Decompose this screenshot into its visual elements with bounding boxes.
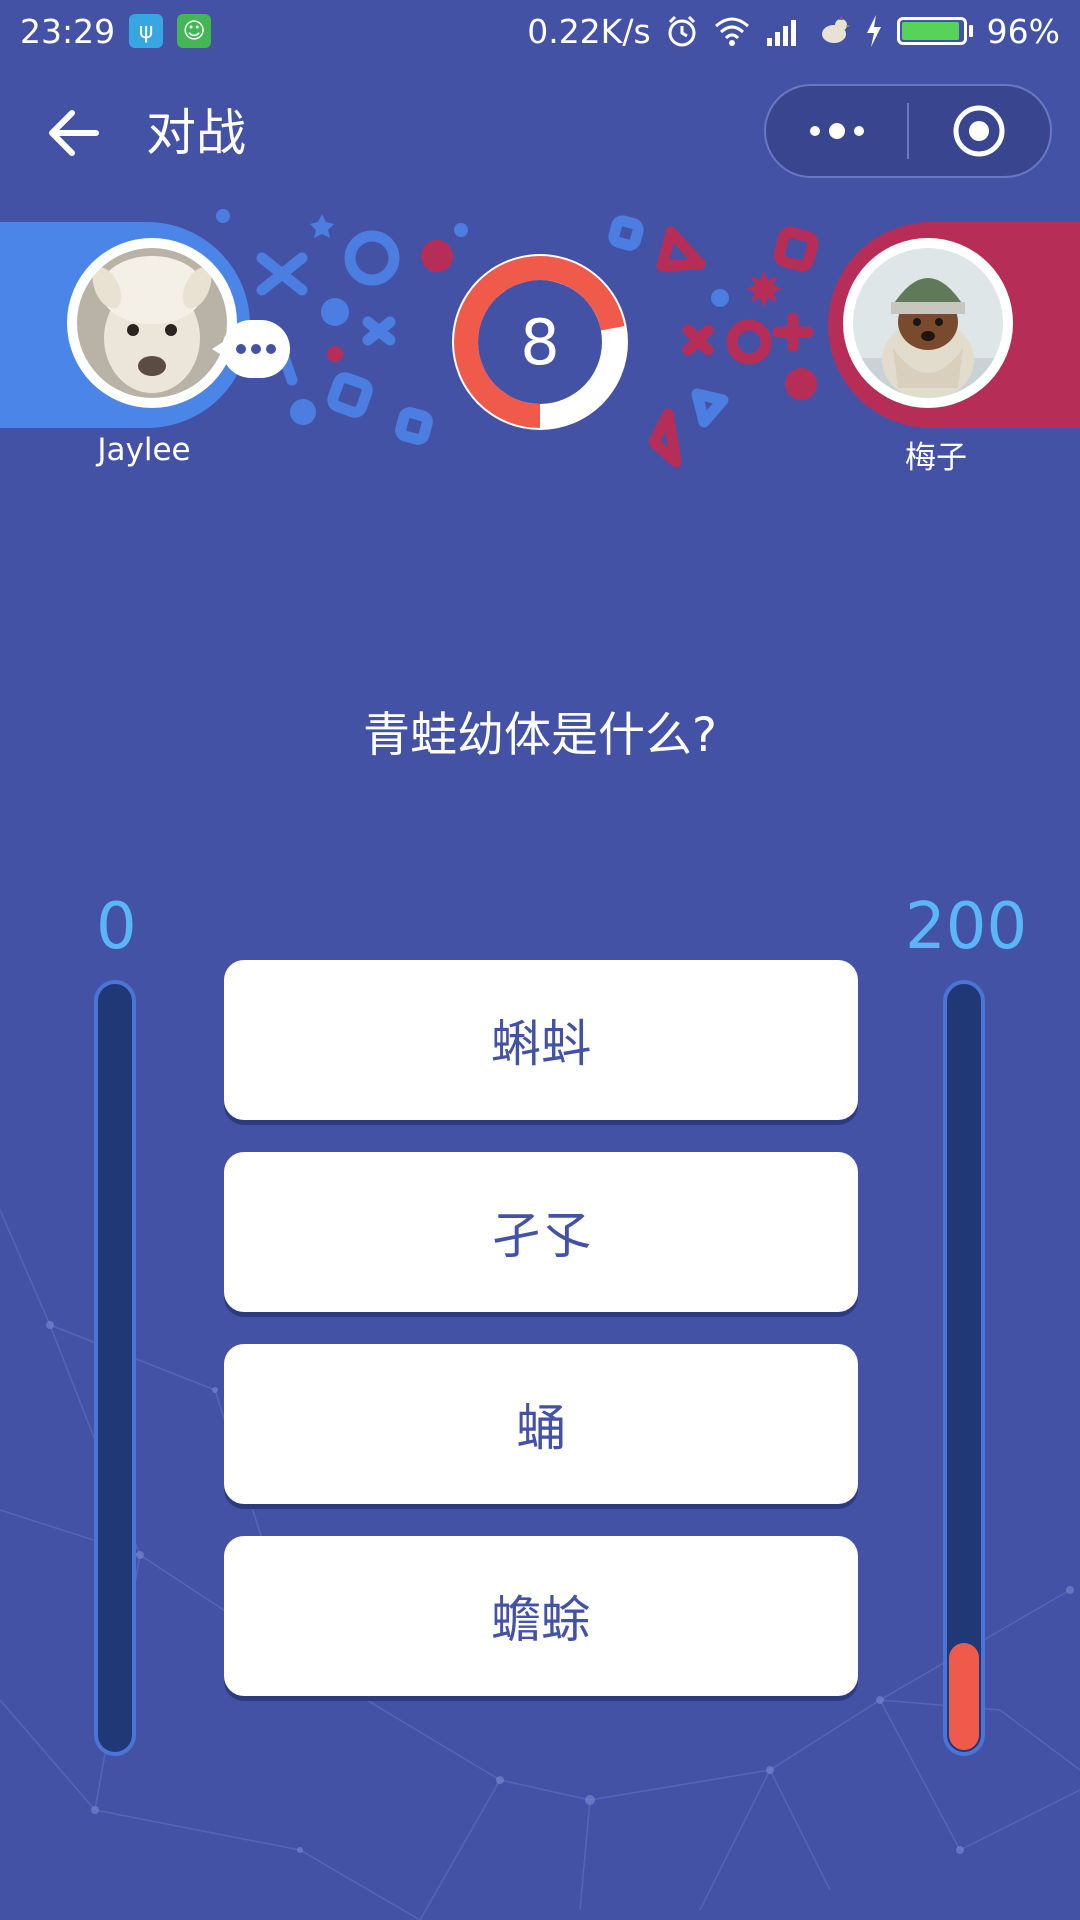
- nav-header: 对战: [0, 70, 1080, 196]
- answer-options: 蝌蚪 孑孓 蛹 蟾蜍: [224, 960, 858, 1728]
- score-left: 0: [96, 890, 137, 964]
- arrow-left-icon: [49, 110, 99, 156]
- score-right: 200: [905, 890, 1028, 964]
- signal-icon: [766, 20, 796, 46]
- wifi-icon: [714, 17, 749, 46]
- score-bar-right-fill: [949, 1643, 979, 1750]
- status-bar: 23:29 ψ ☺ 0.22K/s 96%: [0, 0, 1080, 62]
- chat-bubble-icon: [212, 320, 290, 378]
- alarm-icon: [668, 15, 696, 47]
- player-right-name: 梅子: [905, 440, 967, 476]
- player-left-name: Jaylee: [97, 432, 191, 468]
- score-bar-right: [943, 980, 985, 1756]
- battle-header: Jaylee 梅子 8: [0, 200, 1080, 480]
- bird-icon: [821, 16, 850, 43]
- usb-icon: ψ: [129, 14, 164, 48]
- page-title: 对战: [146, 104, 246, 162]
- question-text: 青蛙幼体是什么?: [363, 708, 717, 763]
- option-button[interactable]: 孑孓: [224, 1152, 858, 1312]
- status-time: 23:29: [20, 11, 116, 51]
- score-bar-left: [94, 980, 136, 1756]
- mini-program-capsule: [764, 84, 1052, 178]
- countdown-timer: 8: [450, 252, 630, 432]
- more-button[interactable]: [766, 86, 907, 176]
- back-button[interactable]: [40, 100, 106, 166]
- more-dots-icon: [809, 123, 864, 139]
- charging-icon: [866, 15, 881, 47]
- android-icon: ☺: [177, 14, 212, 48]
- option-button[interactable]: 蟾蜍: [224, 1536, 858, 1696]
- target-icon: [953, 105, 1005, 157]
- dog-avatar-image: [853, 248, 1003, 398]
- avatar-player-right: [843, 238, 1013, 408]
- net-speed: 0.22K/s: [527, 11, 651, 51]
- option-button[interactable]: 蛹: [224, 1344, 858, 1504]
- alpaca-avatar-image: [77, 248, 227, 398]
- battery-icon: [896, 17, 973, 45]
- avatar-player-left: [67, 238, 237, 408]
- timer-value: 8: [520, 305, 560, 379]
- battery-percent: 96%: [986, 11, 1060, 51]
- option-button[interactable]: 蝌蚪: [224, 960, 858, 1120]
- close-button[interactable]: [909, 86, 1050, 176]
